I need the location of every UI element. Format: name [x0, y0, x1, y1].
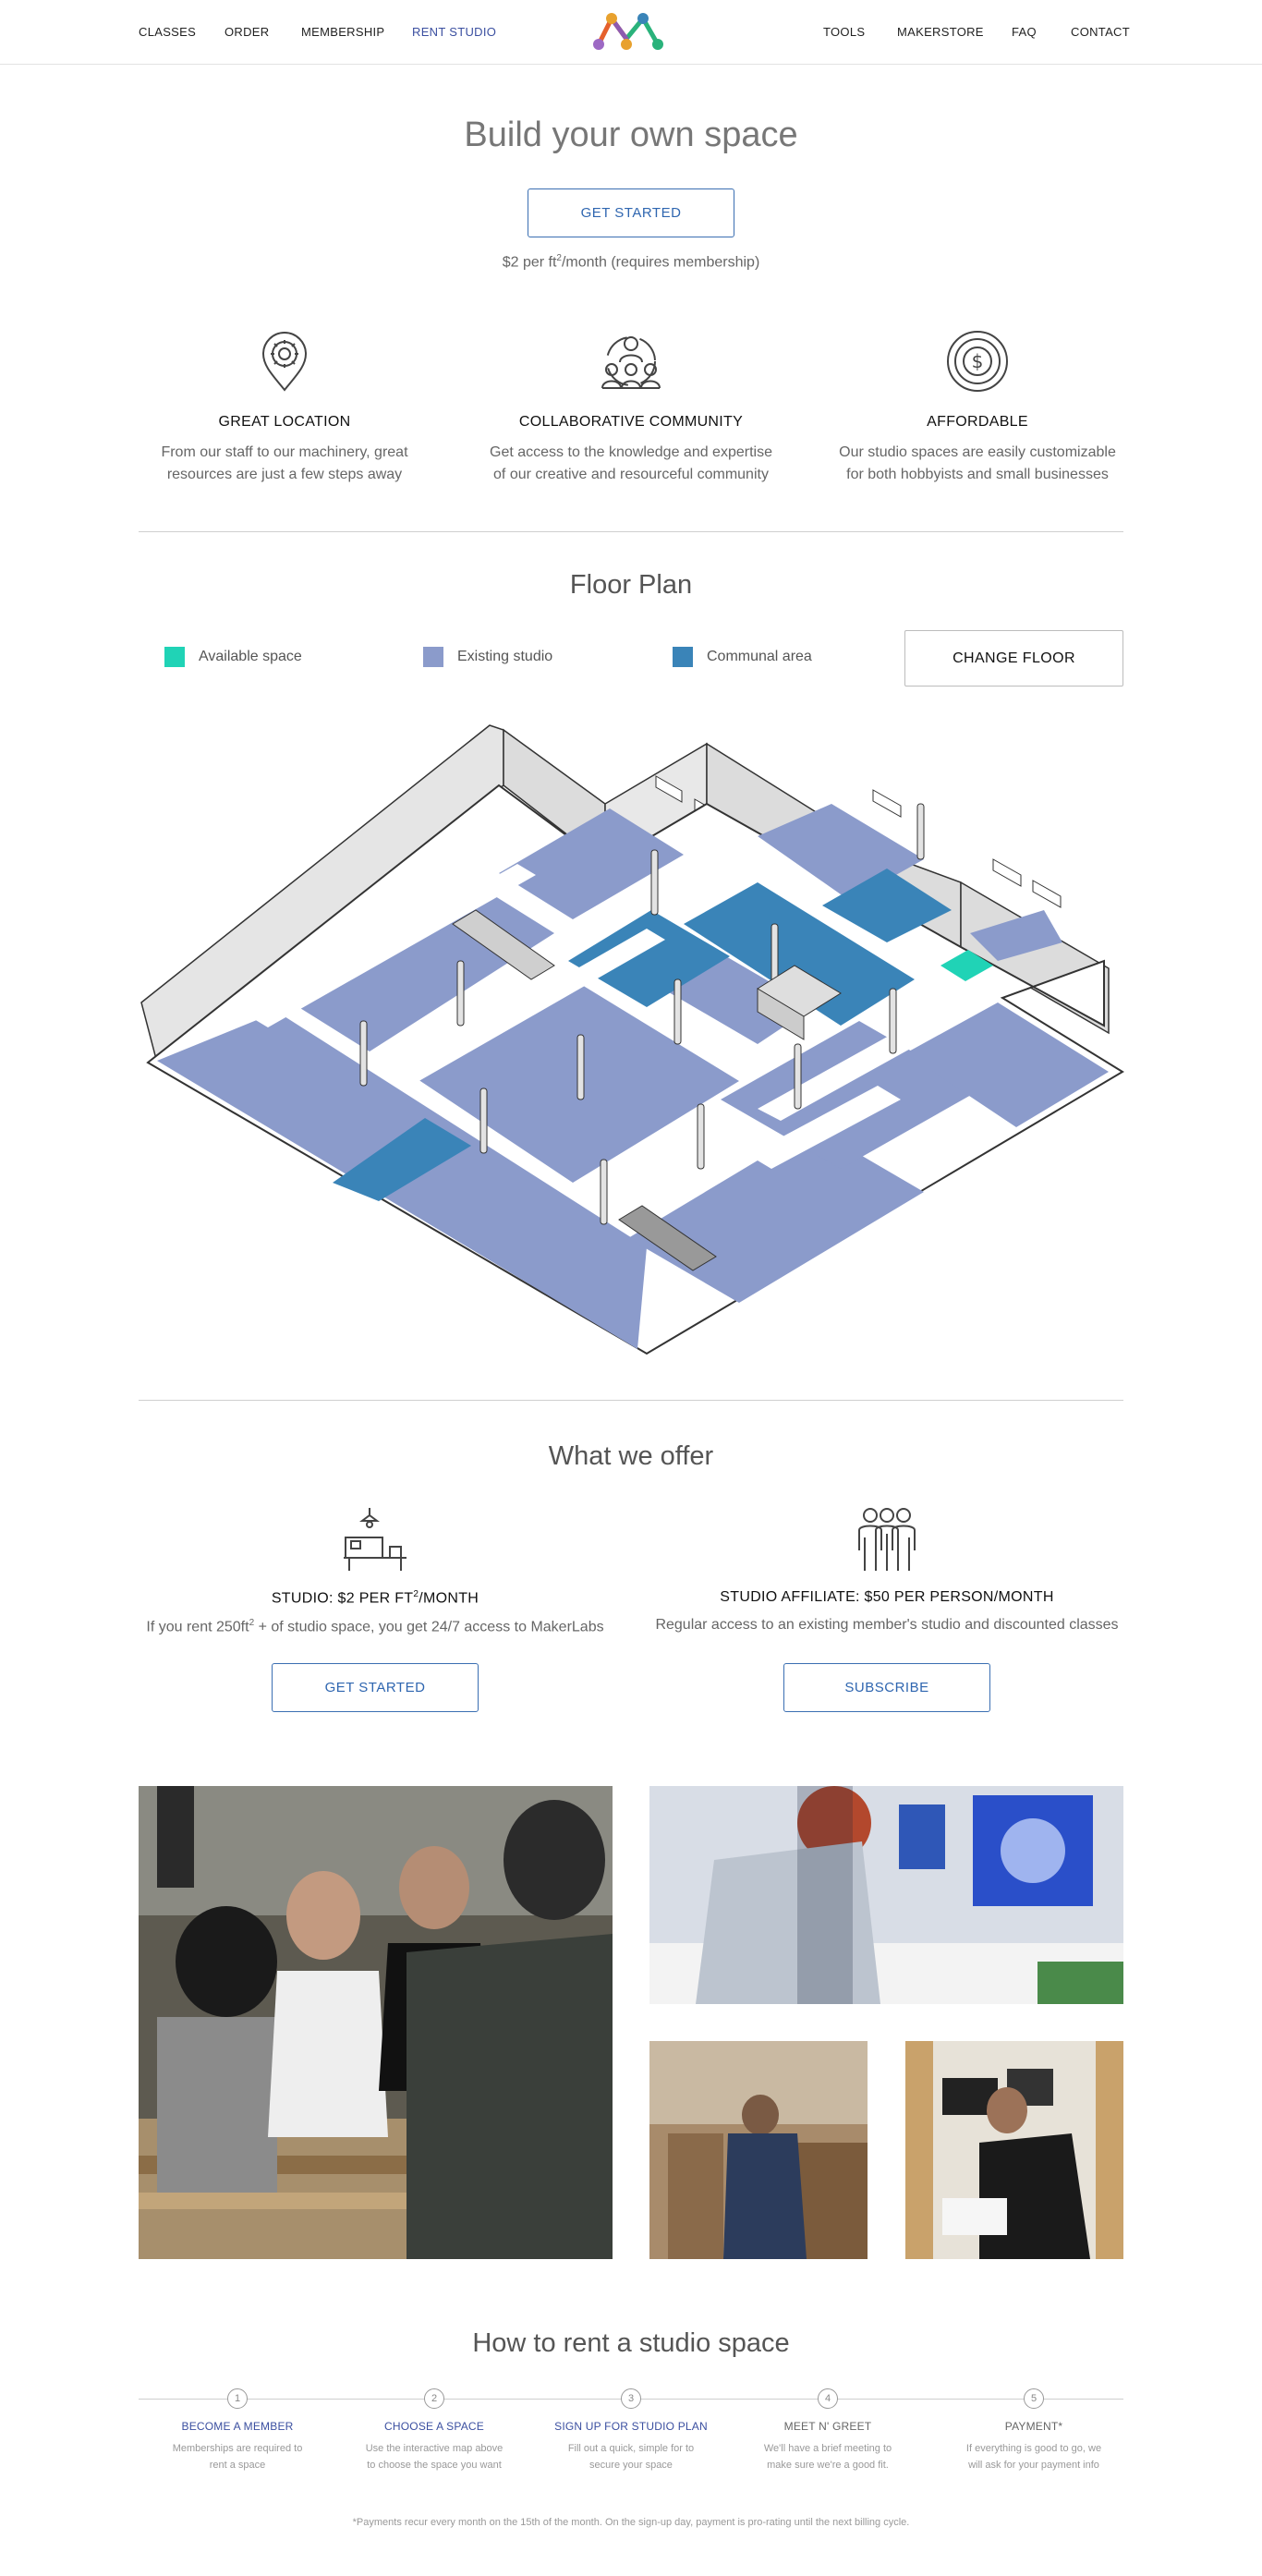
photo-woodworker — [649, 2041, 868, 2259]
legend-available-swatch — [164, 647, 185, 667]
offer-affiliate-title: STUDIO AFFILIATE: $50 PER PERSON/MONTH — [720, 1589, 1054, 1605]
feature-location: GREAT LOCATION From our staff to our mac… — [137, 329, 432, 486]
floor-plan-map[interactable] — [137, 721, 1125, 1358]
photo-group-workshop — [139, 1786, 613, 2259]
feature-community-desc: Get access to the knowledge and expertis… — [490, 444, 772, 482]
divider — [139, 1400, 1123, 1401]
divider — [139, 531, 1123, 532]
nav-tools[interactable]: TOOLS — [823, 25, 865, 39]
feature-affordable-title: AFFORDABLE — [927, 414, 1028, 430]
step-1-title[interactable]: BECOME A MEMBER — [145, 2420, 330, 2433]
photo-woodworker-art — [649, 2041, 868, 2259]
group-icon — [858, 1508, 916, 1571]
offer-studio-desc: If you rent 250ft2 + of studio space, yo… — [146, 1618, 604, 1635]
workbench-icon — [344, 1508, 407, 1571]
feature-location-desc: From our staff to our machinery, great re… — [161, 444, 408, 482]
step-5-desc: If everything is good to go, we will ask … — [965, 2443, 1102, 2471]
feature-community: COLLABORATIVE COMMUNITY Get access to th… — [483, 329, 779, 486]
nav-membership[interactable]: MEMBERSHIP — [301, 25, 384, 39]
photo-artist-painting — [649, 1786, 1123, 2004]
how-to-title: How to rent a studio space — [472, 2328, 790, 2358]
photo-group-workshop-art — [139, 1786, 613, 2259]
step-1: 1 BECOME A MEMBER Memberships are requir… — [145, 2388, 330, 2473]
makerlabs-logo[interactable] — [591, 7, 671, 55]
offer-subscribe-button[interactable]: SUBSCRIBE — [783, 1663, 990, 1712]
nav-order[interactable]: ORDER — [224, 25, 269, 39]
offer-studio-title: STUDIO: $2 PER FT2/MONTH — [271, 1589, 479, 1607]
legend-existing-swatch — [423, 647, 443, 667]
svg-text:$: $ — [972, 350, 984, 372]
step-2-desc: Use the interactive map above to choose t… — [365, 2443, 504, 2471]
step-2-title[interactable]: CHOOSE A SPACE — [342, 2420, 527, 2433]
photo-office-art — [905, 2041, 1123, 2259]
community-icon — [601, 336, 661, 389]
offer-title: What we offer — [548, 1441, 714, 1471]
step-1-desc: Memberships are required to rent a space — [172, 2443, 303, 2471]
floor-plan-title: Floor Plan — [569, 570, 693, 600]
photo-artist-painting-art — [649, 1786, 1123, 2004]
nav-contact[interactable]: CONTACT — [1071, 25, 1130, 39]
step-4-number: 4 — [818, 2388, 838, 2409]
step-2: 2 CHOOSE A SPACE Use the interactive map… — [342, 2388, 527, 2473]
dollar-coin-icon: $ — [947, 331, 1008, 392]
feature-community-title: COLLABORATIVE COMMUNITY — [518, 414, 744, 430]
hero-get-started-button[interactable]: GET STARTED — [528, 188, 734, 237]
offer-get-started-button[interactable]: GET STARTED — [272, 1663, 479, 1712]
step-3: 3 SIGN UP FOR STUDIO PLAN Fill out a qui… — [539, 2388, 723, 2473]
offer-studio: STUDIO: $2 PER FT2/MONTH If you rent 250… — [116, 1506, 634, 1636]
photo-office — [905, 2041, 1123, 2259]
feature-affordable: $ AFFORDABLE Our studio spaces are easil… — [830, 329, 1125, 486]
payment-footnote: *Payments recur every month on the 15th … — [352, 2517, 910, 2528]
step-4: 4 MEET N' GREET We'll have a brief meeti… — [735, 2388, 920, 2473]
step-3-number: 3 — [621, 2388, 641, 2409]
nav-faq[interactable]: FAQ — [1012, 25, 1037, 39]
change-floor-button[interactable]: CHANGE FLOOR — [904, 630, 1123, 687]
legend-communal-swatch — [673, 647, 693, 667]
nav-rent-studio[interactable]: RENT STUDIO — [412, 25, 496, 39]
offer-affiliate-desc: Regular access to an existing member's s… — [655, 1617, 1119, 1633]
step-2-number: 2 — [424, 2388, 444, 2409]
step-4-desc: We'll have a brief meeting to make sure w… — [763, 2443, 892, 2471]
hero-title: Build your own space — [464, 115, 798, 154]
feature-affordable-desc: Our studio spaces are easily customizabl… — [839, 444, 1116, 482]
nav-makerstore[interactable]: MAKERSTORE — [897, 25, 984, 39]
offer-affiliate: STUDIO AFFILIATE: $50 PER PERSON/MONTH R… — [628, 1506, 1146, 1634]
feature-location-title: GREAT LOCATION — [218, 414, 351, 430]
hero-price: $2 per ft2/month (requires membership) — [502, 253, 760, 271]
location-pin-icon — [261, 332, 308, 392]
step-4-title: MEET N' GREET — [783, 2420, 872, 2433]
step-3-desc: Fill out a quick, simple for to secure yo… — [567, 2443, 695, 2471]
step-5-number: 5 — [1024, 2388, 1044, 2409]
top-nav: CLASSES ORDER MEMBERSHIP RENT STUDIO TOO… — [0, 0, 1262, 65]
step-5: 5 PAYMENT* If everything is good to go, … — [941, 2388, 1126, 2473]
step-5-title: PAYMENT* — [1004, 2420, 1063, 2433]
step-1-number: 1 — [227, 2388, 248, 2409]
step-3-title[interactable]: SIGN UP FOR STUDIO PLAN — [539, 2420, 723, 2433]
nav-classes[interactable]: CLASSES — [139, 25, 196, 39]
